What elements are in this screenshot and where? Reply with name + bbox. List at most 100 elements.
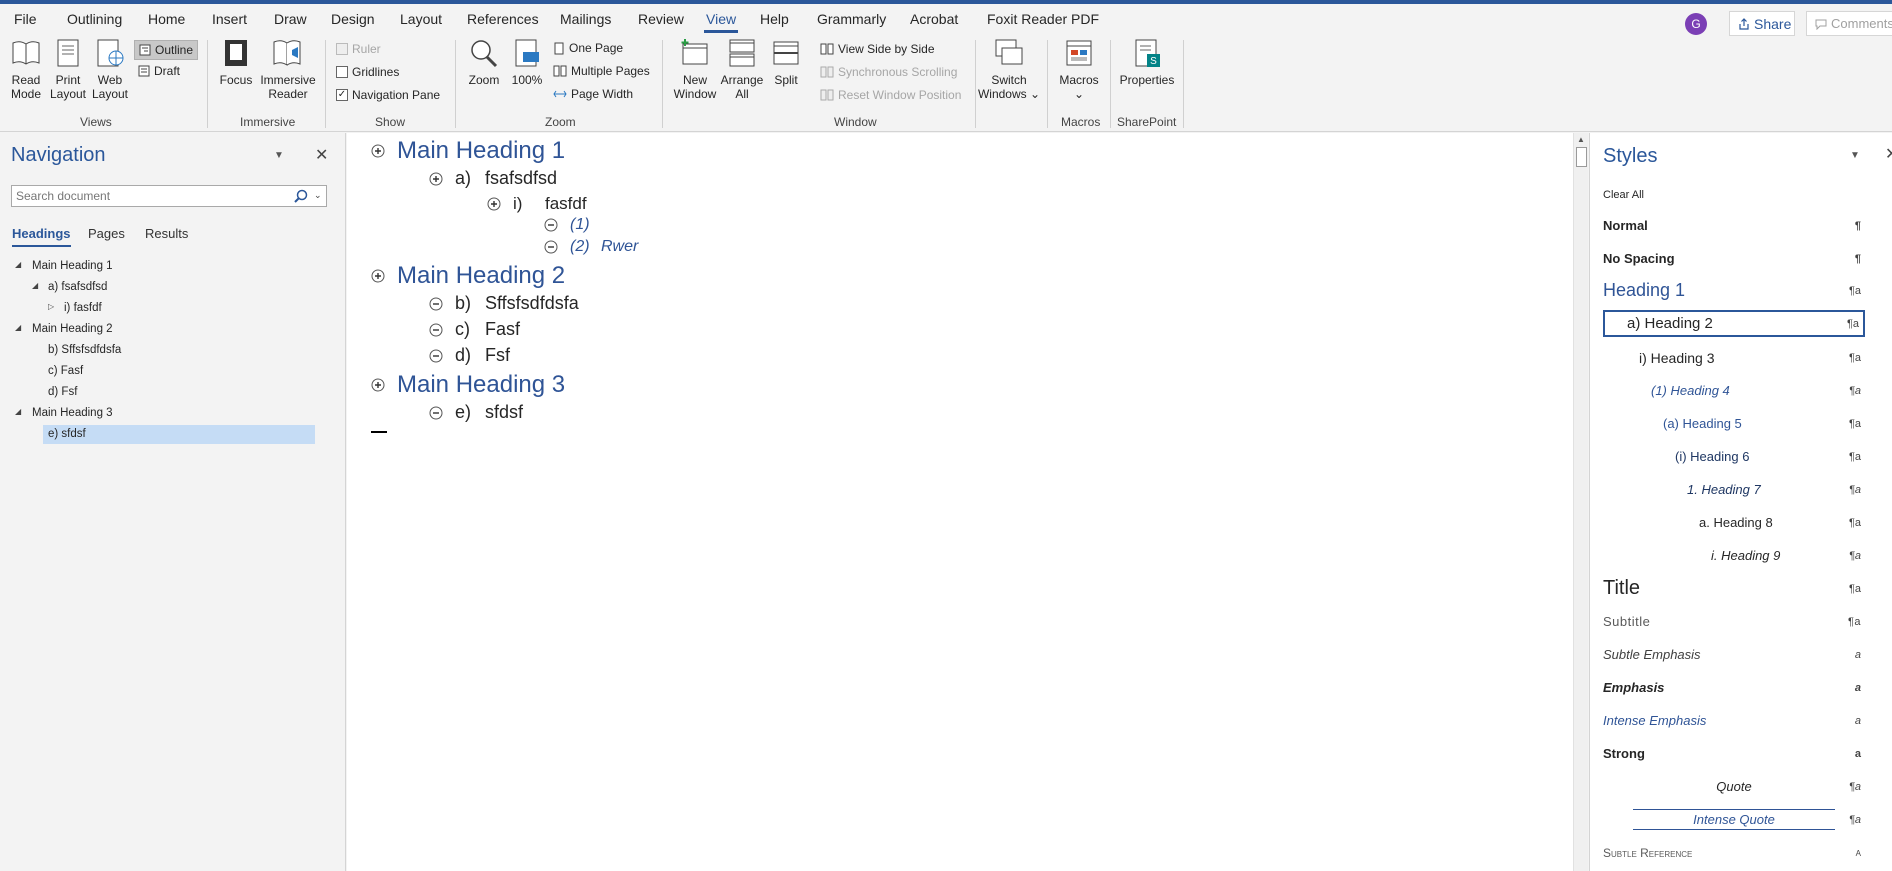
- web-layout-button[interactable]: Web Layout: [90, 38, 130, 101]
- nav-heading-item-selected[interactable]: e) sfdsf: [43, 425, 315, 444]
- synchronous-scrolling-button[interactable]: Synchronous Scrolling: [820, 65, 957, 79]
- nav-heading-item[interactable]: c) Fasf: [48, 362, 83, 381]
- tab-results[interactable]: Results: [145, 226, 188, 241]
- tab-foxit-reader-pdf[interactable]: Foxit Reader PDF: [987, 11, 1099, 27]
- read-mode-button[interactable]: Read Mode: [6, 38, 46, 101]
- style-title[interactable]: Title ¶a: [1603, 575, 1865, 602]
- style-normal[interactable]: Normal ¶: [1603, 212, 1865, 239]
- expand-plus-icon[interactable]: [487, 197, 501, 211]
- document-outline-area[interactable]: Main Heading 1 a) fsafsdfsd i) fasfdf (1…: [347, 133, 1573, 871]
- nav-heading-item[interactable]: d) Fsf: [48, 383, 77, 402]
- collapse-minus-icon[interactable]: [429, 406, 443, 420]
- tab-grammarly[interactable]: Grammarly: [817, 11, 886, 27]
- scrollbar-thumb[interactable]: [1576, 147, 1587, 167]
- nav-heading-item[interactable]: a) fsafsdfsd: [48, 278, 107, 297]
- tab-review[interactable]: Review: [638, 11, 684, 27]
- outline-heading-2[interactable]: b) Sffsfsdfdsfa: [429, 293, 579, 314]
- ruler-checkbox[interactable]: Ruler: [336, 42, 381, 56]
- tab-file[interactable]: File: [14, 11, 37, 27]
- reset-window-position-button[interactable]: Reset Window Position: [820, 88, 961, 102]
- pane-options-icon[interactable]: ▼: [1850, 150, 1860, 161]
- chevron-down-icon[interactable]: ⌄: [314, 190, 322, 201]
- style-intense-emphasis[interactable]: Intense Emphasis a: [1603, 707, 1865, 734]
- outline-heading-3[interactable]: i) fasfdf: [487, 194, 587, 214]
- close-icon[interactable]: ✕: [1885, 144, 1892, 164]
- expand-triangle-icon[interactable]: ▷: [48, 302, 54, 311]
- scroll-up-arrow-icon[interactable]: ▲: [1577, 135, 1585, 144]
- tab-mailings[interactable]: Mailings: [560, 11, 611, 27]
- tab-home[interactable]: Home: [148, 11, 185, 27]
- style-heading-1[interactable]: Heading 1 ¶a: [1603, 277, 1865, 304]
- style-heading-2[interactable]: a) Heading 2 ¶a: [1603, 310, 1865, 337]
- outline-heading-1[interactable]: Main Heading 1: [371, 137, 565, 165]
- collapse-minus-icon[interactable]: [429, 349, 443, 363]
- switch-windows-button[interactable]: Switch Windows ⌄: [976, 38, 1042, 101]
- pane-options-icon[interactable]: ▼: [274, 150, 284, 161]
- tab-view[interactable]: View: [703, 11, 739, 33]
- style-heading-5[interactable]: (a) Heading 5 ¶a: [1603, 410, 1865, 437]
- tab-pages[interactable]: Pages: [88, 226, 125, 241]
- properties-button[interactable]: S Properties: [1116, 38, 1178, 87]
- navigation-pane-checkbox[interactable]: ✓ Navigation Pane: [336, 88, 440, 102]
- collapse-triangle-icon[interactable]: ◢: [15, 323, 21, 332]
- style-intense-quote[interactable]: Intense Quote ¶a: [1603, 806, 1865, 833]
- outline-button[interactable]: Outline: [134, 40, 199, 60]
- outline-heading-2[interactable]: c) Fasf: [429, 319, 520, 340]
- style-subtle-reference[interactable]: Subtle Reference a: [1603, 839, 1865, 866]
- search-box[interactable]: ⌄: [11, 185, 327, 207]
- collapse-minus-icon[interactable]: [429, 323, 443, 337]
- tab-outlining[interactable]: Outlining: [67, 11, 122, 27]
- style-heading-4[interactable]: (1) Heading 4 ¶a: [1603, 377, 1865, 404]
- style-heading-3[interactable]: i) Heading 3 ¶a: [1603, 344, 1865, 371]
- style-subtle-emphasis[interactable]: Subtle Emphasis a: [1603, 641, 1865, 668]
- immersive-reader-button[interactable]: Immersive Reader: [258, 38, 318, 101]
- nav-heading-item[interactable]: Main Heading 3: [32, 404, 113, 423]
- nav-heading-item[interactable]: i) fasfdf: [64, 299, 102, 318]
- close-icon[interactable]: ✕: [315, 145, 328, 165]
- one-page-button[interactable]: One Page: [553, 41, 623, 55]
- focus-button[interactable]: Focus: [216, 38, 256, 87]
- tab-design[interactable]: Design: [331, 11, 375, 27]
- multiple-pages-button[interactable]: Multiple Pages: [553, 64, 650, 78]
- view-side-by-side-button[interactable]: View Side by Side: [820, 42, 935, 56]
- collapse-triangle-icon[interactable]: ◢: [15, 407, 21, 416]
- outline-heading-1[interactable]: Main Heading 2: [371, 262, 565, 290]
- style-heading-8[interactable]: a. Heading 8 ¶a: [1603, 509, 1865, 536]
- tab-help[interactable]: Help: [760, 11, 789, 27]
- style-quote[interactable]: Quote ¶a: [1603, 773, 1865, 800]
- gridlines-checkbox[interactable]: Gridlines: [336, 65, 399, 79]
- tab-acrobat[interactable]: Acrobat: [910, 11, 958, 27]
- expand-plus-icon[interactable]: [371, 269, 385, 283]
- collapse-minus-icon[interactable]: [544, 218, 558, 232]
- collapse-minus-icon[interactable]: [429, 297, 443, 311]
- outline-heading-2[interactable]: d) Fsf: [429, 345, 510, 366]
- zoom-100-button[interactable]: 100%: [508, 38, 546, 87]
- comments-button[interactable]: Comments: [1806, 11, 1892, 36]
- style-heading-7[interactable]: 1. Heading 7 ¶a: [1603, 476, 1865, 503]
- outline-heading-1[interactable]: Main Heading 3: [371, 371, 565, 399]
- print-layout-button[interactable]: Print Layout: [48, 38, 88, 101]
- page-width-button[interactable]: Page Width: [553, 87, 633, 101]
- arrange-all-button[interactable]: Arrange All: [720, 38, 764, 101]
- expand-plus-icon[interactable]: [429, 172, 443, 186]
- search-input[interactable]: [12, 186, 282, 206]
- vertical-scrollbar[interactable]: ▲: [1573, 133, 1588, 871]
- style-strong[interactable]: Strong a: [1603, 740, 1865, 767]
- split-button[interactable]: Split: [766, 38, 806, 87]
- nav-heading-item[interactable]: Main Heading 1: [32, 257, 113, 276]
- search-icon[interactable]: [294, 189, 308, 203]
- expand-plus-icon[interactable]: [371, 144, 385, 158]
- style-emphasis[interactable]: Emphasis a: [1603, 674, 1865, 701]
- user-avatar[interactable]: G: [1685, 13, 1707, 35]
- style-subtitle[interactable]: Subtitle ¶a: [1603, 608, 1865, 635]
- tab-insert[interactable]: Insert: [212, 11, 247, 27]
- zoom-button[interactable]: Zoom: [463, 38, 505, 87]
- tab-headings[interactable]: Headings: [12, 226, 71, 247]
- tab-layout[interactable]: Layout: [400, 11, 442, 27]
- outline-heading-2[interactable]: a) fsafsdfsd: [429, 168, 557, 189]
- share-button[interactable]: Share: [1729, 11, 1795, 36]
- style-heading-9[interactable]: i. Heading 9 ¶a: [1603, 542, 1865, 569]
- outline-heading-4[interactable]: (2) Rwer: [544, 238, 638, 256]
- tab-draw[interactable]: Draw: [274, 11, 307, 27]
- outline-heading-4[interactable]: (1): [544, 216, 601, 234]
